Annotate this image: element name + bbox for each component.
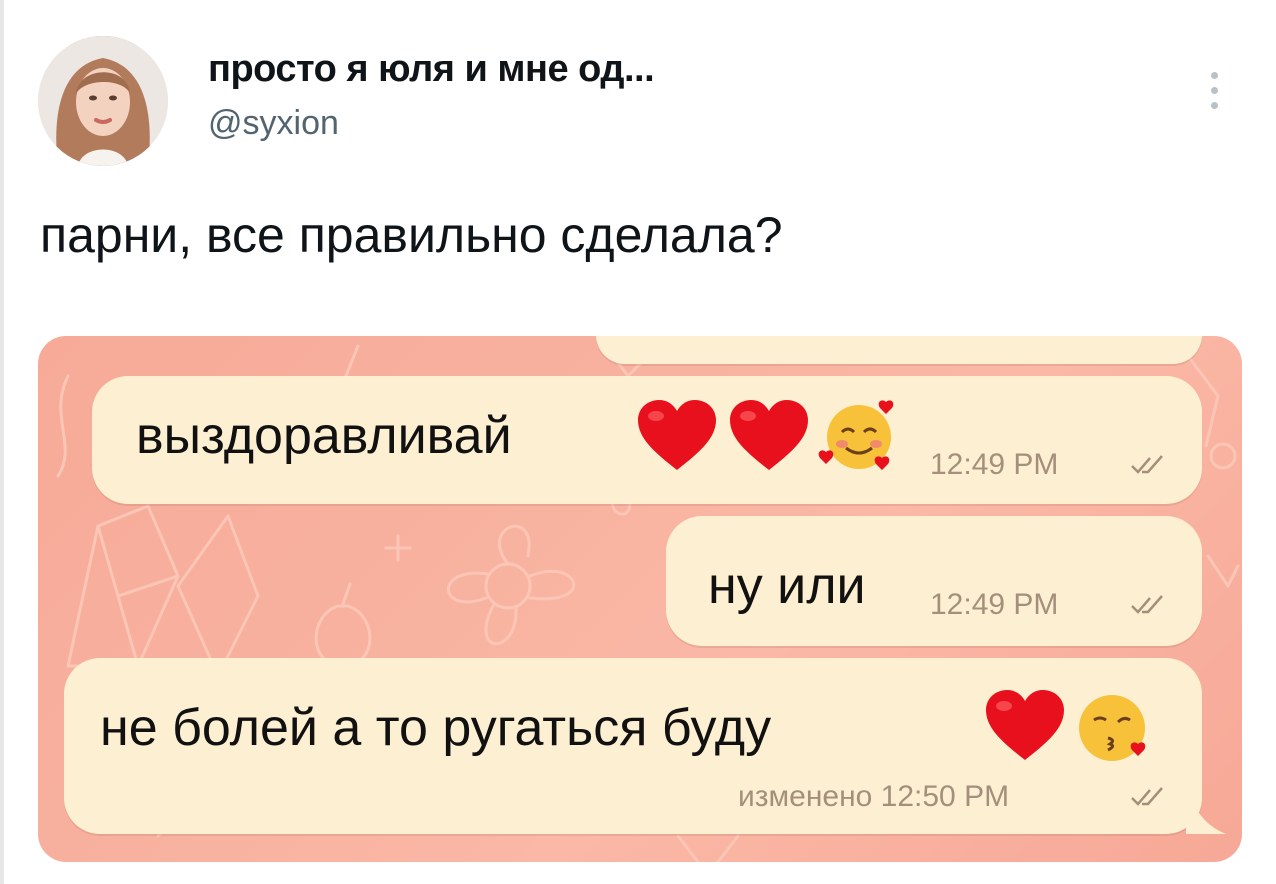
- avatar[interactable]: [38, 36, 168, 166]
- attached-chat-screenshot[interactable]: выздоравливай 12:49 PM ну или 12:49 PM н…: [38, 336, 1242, 862]
- user-handle[interactable]: @syxion: [208, 104, 339, 143]
- message-time: 12:49 PM: [930, 448, 1059, 481]
- bubble-tail: [1186, 780, 1226, 834]
- double-check-icon: [1131, 787, 1163, 806]
- tweet-text: парни, все правильно сделала?: [40, 207, 783, 263]
- more-dot-icon: [1210, 101, 1218, 109]
- message-text: не болей а то ругаться буду: [100, 699, 772, 757]
- more-options-button[interactable]: [1196, 66, 1232, 114]
- more-dot-icon: [1210, 86, 1218, 94]
- message-text: ну или: [708, 557, 866, 615]
- smiling-face-with-hearts-icon: [818, 400, 894, 470]
- red-heart-icon: [730, 400, 808, 470]
- display-name[interactable]: просто я юля и мне од...: [208, 48, 655, 91]
- left-border: [0, 0, 4, 884]
- double-check-icon: [1131, 455, 1163, 474]
- red-heart-icon: [986, 690, 1064, 760]
- double-check-icon: [1131, 595, 1163, 614]
- message-time: 12:49 PM: [930, 588, 1059, 621]
- profile-photo: [38, 36, 168, 166]
- more-dot-icon: [1210, 71, 1218, 79]
- face-blowing-a-kiss-icon: [1079, 695, 1146, 761]
- message-text: выздоравливай: [136, 407, 512, 465]
- red-heart-icon: [638, 400, 716, 470]
- message-time: изменено 12:50 PM: [738, 780, 1010, 813]
- previous-message-bubble: [596, 336, 1202, 364]
